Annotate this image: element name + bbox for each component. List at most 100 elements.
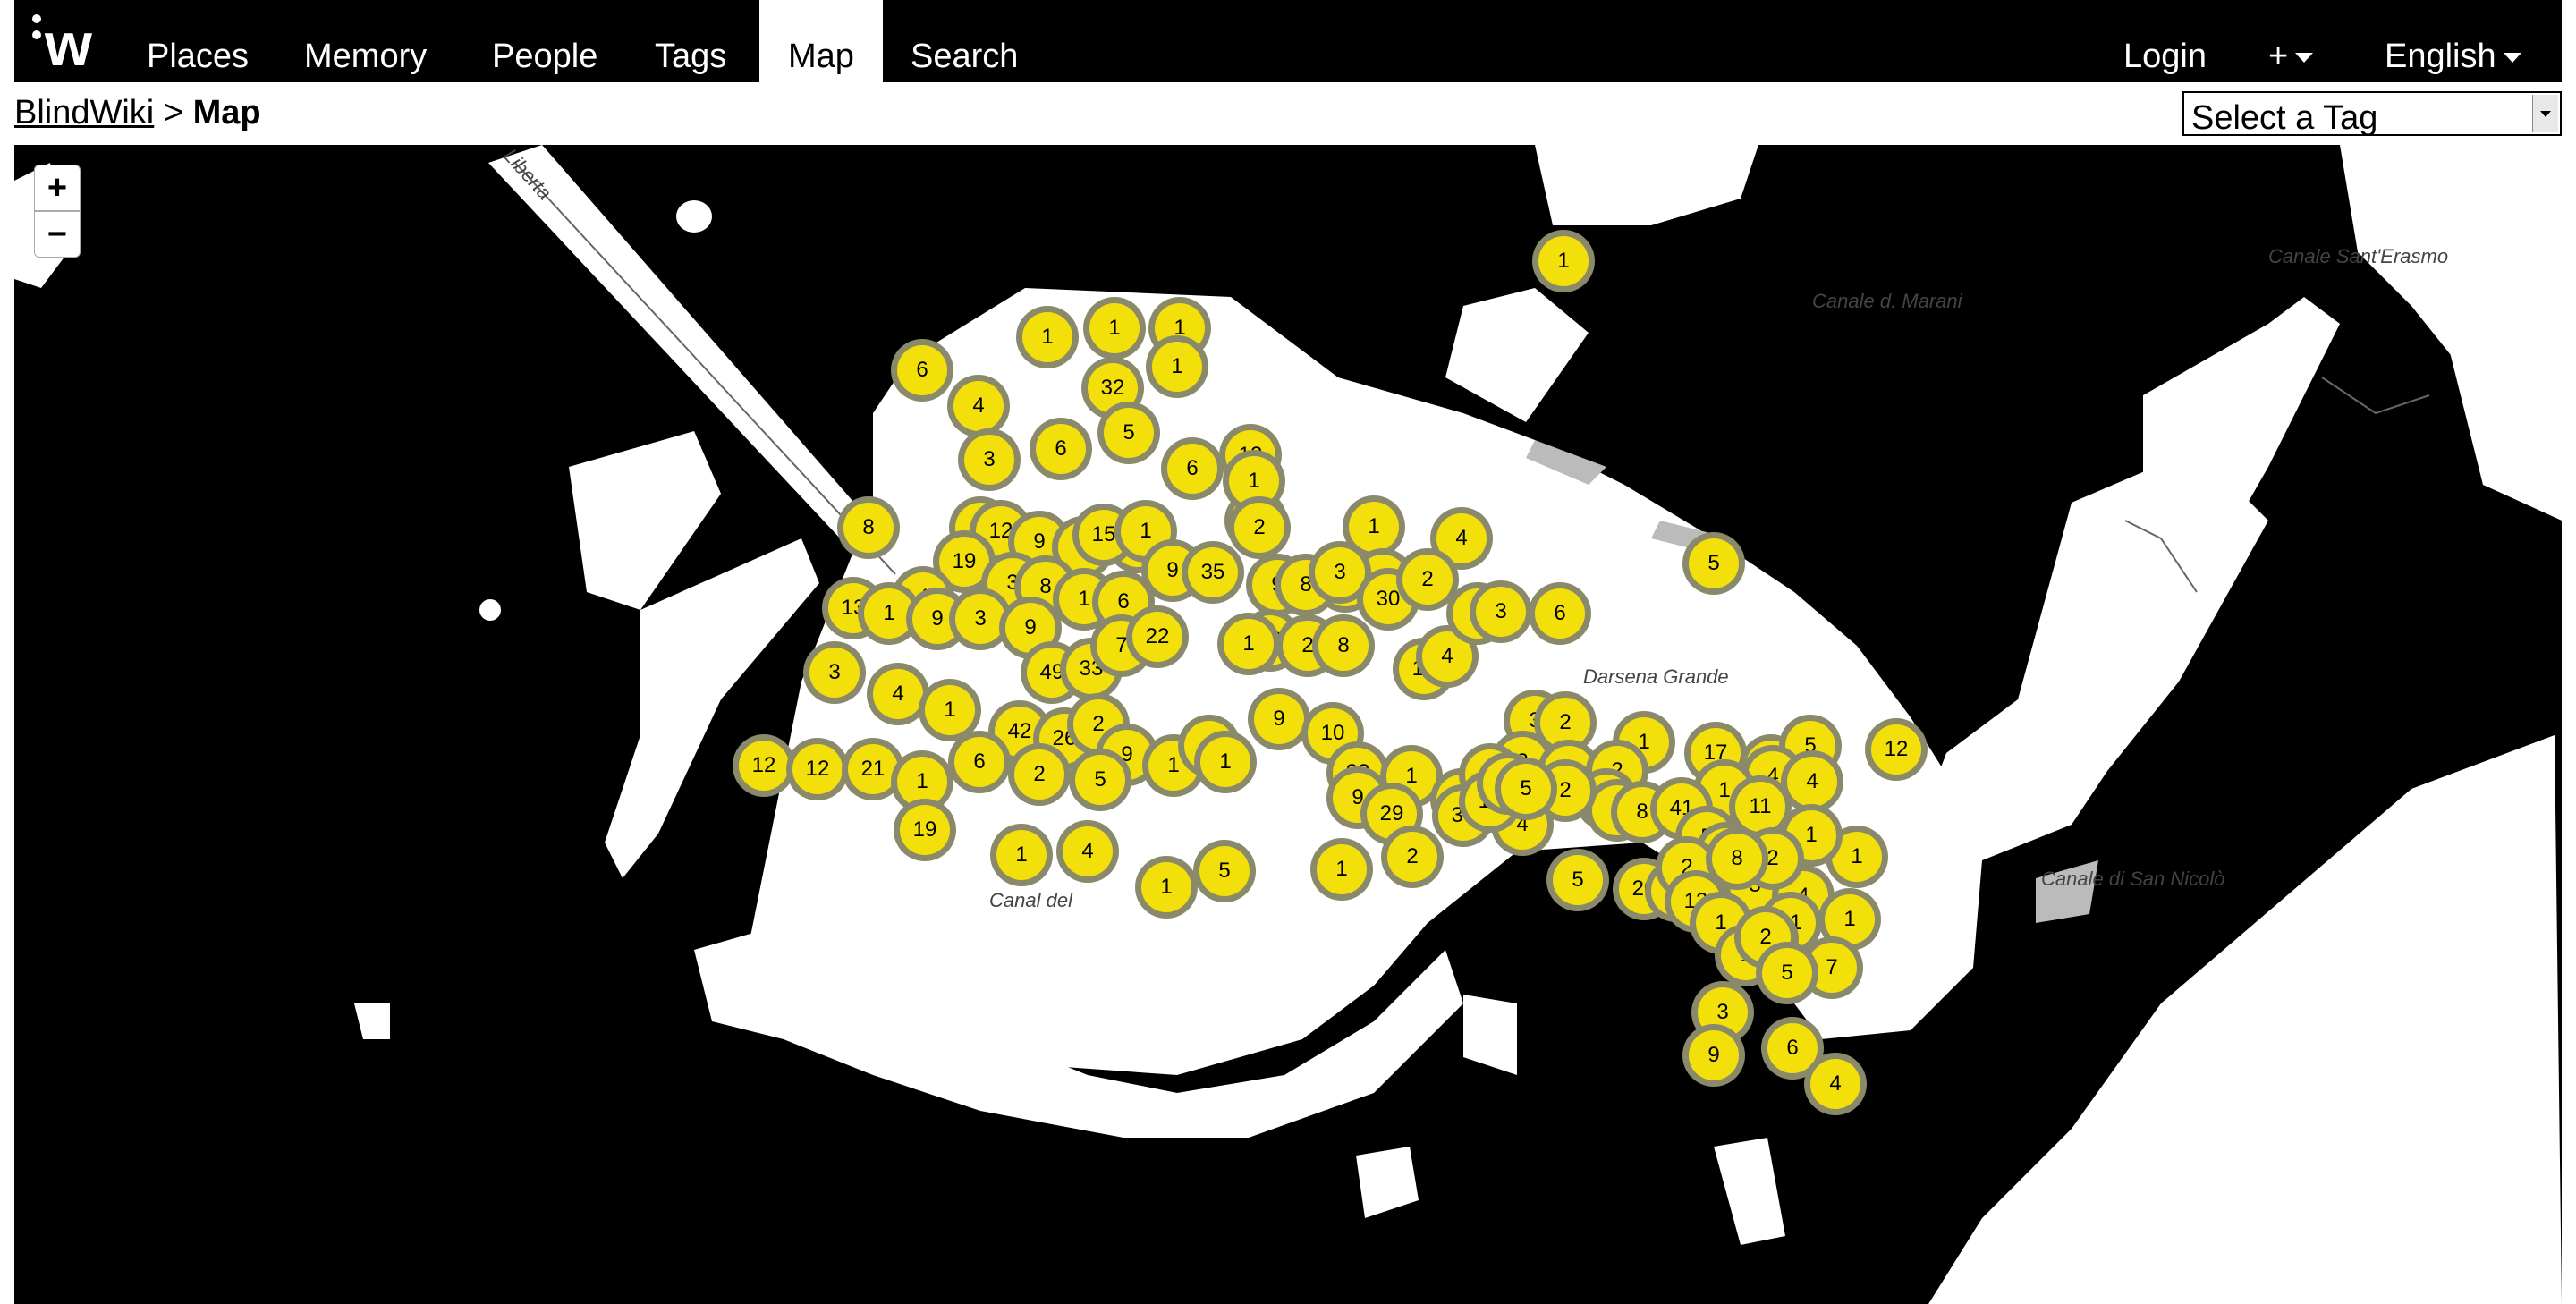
- marker-cluster-count: 4: [1063, 826, 1113, 876]
- marker-cluster[interactable]: 1: [1083, 297, 1146, 360]
- marker-cluster[interactable]: 1: [1146, 335, 1208, 398]
- marker-cluster-count: 1: [996, 830, 1046, 880]
- marker-cluster[interactable]: 5: [1682, 532, 1745, 595]
- marker-cluster[interactable]: 4: [1804, 1053, 1867, 1115]
- marker-cluster[interactable]: 1: [1310, 838, 1373, 901]
- marker-cluster[interactable]: 5: [1097, 402, 1160, 464]
- marker-cluster-count: 5: [1553, 855, 1603, 905]
- marker-cluster-count: 19: [900, 805, 950, 855]
- marker-cluster[interactable]: 22: [1126, 605, 1189, 668]
- marker-cluster[interactable]: 4: [947, 375, 1010, 437]
- marker-cluster[interactable]: 2: [1008, 743, 1071, 806]
- marker-cluster[interactable]: 8: [837, 496, 900, 559]
- nav-map[interactable]: Map: [759, 0, 883, 82]
- marker-cluster[interactable]: 3: [803, 641, 866, 704]
- marker-cluster[interactable]: 1: [1135, 856, 1198, 919]
- zoom-out-button[interactable]: −: [34, 211, 80, 258]
- marker-cluster-count: 4: [953, 381, 1004, 431]
- marker-cluster[interactable]: 12: [1865, 718, 1928, 781]
- marker-cluster-count: 6: [1167, 444, 1217, 494]
- nav-search[interactable]: Search: [911, 0, 1018, 82]
- marker-cluster-count: 3: [964, 435, 1014, 485]
- login-link[interactable]: Login: [2123, 0, 2207, 82]
- marker-cluster-count: 6: [897, 345, 947, 395]
- marker-cluster-count: 4: [1810, 1059, 1860, 1109]
- marker-cluster-count: 9: [1254, 694, 1304, 744]
- marker-cluster[interactable]: 1: [1217, 613, 1280, 675]
- marker-cluster-count: 1: [1022, 312, 1072, 362]
- language-label: English: [2385, 38, 2496, 75]
- marker-cluster[interactable]: 4: [1056, 820, 1119, 883]
- nav-places[interactable]: Places: [147, 0, 249, 82]
- blindwiki-logo[interactable]: w: [27, 7, 125, 79]
- marker-cluster-count: 1: [1224, 619, 1274, 669]
- marker-cluster-count: 5: [1104, 408, 1154, 458]
- marker-cluster[interactable]: 6: [948, 731, 1011, 793]
- marker-cluster[interactable]: 2: [1228, 496, 1291, 559]
- marker-cluster-count: 12: [739, 741, 789, 791]
- nav-memory[interactable]: Memory: [304, 0, 427, 82]
- marker-cluster[interactable]: 5: [1546, 849, 1609, 911]
- marker-cluster-count: 3: [809, 648, 860, 698]
- marker-cluster-count: 2: [1402, 555, 1453, 605]
- chevron-down-icon: [2503, 53, 2521, 64]
- marker-cluster[interactable]: 6: [1161, 437, 1224, 500]
- marker-cluster-count: 11: [1735, 782, 1785, 832]
- language-menu[interactable]: English: [2385, 0, 2521, 82]
- marker-cluster-count: 3: [1476, 587, 1526, 637]
- marker-cluster-count: 6: [954, 737, 1004, 787]
- marker-cluster[interactable]: 5: [1069, 749, 1131, 811]
- marker-cluster[interactable]: 35: [1182, 541, 1244, 604]
- marker-cluster-count: 5: [1762, 948, 1812, 998]
- marker-cluster[interactable]: 3: [958, 428, 1021, 491]
- marker-cluster-count: 5: [1075, 755, 1125, 805]
- marker-cluster-count: 1: [1200, 737, 1250, 787]
- marker-cluster[interactable]: 1: [1016, 306, 1079, 368]
- place-label: Canale Sant'Erasmo: [2268, 245, 2449, 267]
- marker-cluster[interactable]: 5: [1756, 942, 1818, 1004]
- marker-cluster[interactable]: 6: [891, 339, 953, 402]
- top-nav-bar: w Places Memory People Tags Map Search L…: [14, 0, 2562, 82]
- breadcrumb-current: Map: [192, 94, 261, 131]
- breadcrumb-home-link[interactable]: BlindWiki: [14, 94, 154, 131]
- marker-cluster-count: 5: [1199, 846, 1250, 896]
- marker-cluster-count: 9: [1689, 1030, 1739, 1080]
- nav-people[interactable]: People: [492, 0, 597, 82]
- marker-cluster-count: 12: [1871, 724, 1921, 775]
- marker-cluster-count: 1: [1141, 862, 1191, 912]
- marker-cluster-count: 2: [1387, 832, 1437, 882]
- marker-cluster-count: 35: [1188, 547, 1238, 597]
- marker-cluster-count: 3: [955, 594, 1005, 644]
- marker-cluster-count: 1: [925, 685, 975, 735]
- marker-cluster[interactable]: 9: [1682, 1024, 1745, 1087]
- marker-cluster-count: 1: [1152, 342, 1202, 392]
- marker-cluster[interactable]: 5: [1495, 758, 1557, 820]
- marker-cluster-count: 8: [843, 503, 894, 553]
- marker-cluster-count: 8: [1318, 621, 1368, 671]
- zoom-in-button[interactable]: +: [34, 165, 80, 211]
- select-arrow-icon: [2532, 95, 2558, 132]
- marker-cluster[interactable]: 12: [786, 738, 849, 800]
- marker-cluster-count: 22: [1132, 612, 1182, 662]
- marker-cluster[interactable]: 2: [1381, 826, 1444, 888]
- marker-cluster[interactable]: 6: [1030, 418, 1092, 480]
- marker-cluster[interactable]: 1: [1194, 731, 1257, 793]
- tag-select[interactable]: Select a Tag: [2182, 91, 2562, 137]
- marker-cluster-count: 1: [1317, 844, 1367, 894]
- place-label: Canal del: [989, 889, 1072, 911]
- marker-cluster-count: 2: [1014, 749, 1064, 800]
- marker-cluster[interactable]: 8: [1312, 614, 1375, 677]
- add-menu[interactable]: +: [2268, 0, 2314, 82]
- marker-cluster[interactable]: 1: [990, 824, 1053, 886]
- marker-cluster[interactable]: 1: [1532, 230, 1595, 292]
- nav-tags[interactable]: Tags: [655, 0, 726, 82]
- marker-cluster[interactable]: 6: [1529, 582, 1591, 645]
- marker-cluster[interactable]: 5: [1193, 840, 1256, 902]
- marker-cluster[interactable]: 3: [1470, 580, 1532, 643]
- add-label: +: [2268, 38, 2289, 75]
- marker-cluster[interactable]: 19: [894, 799, 956, 861]
- map-view[interactable]: Canale d. Marani Canale Sant'Erasmo Dars…: [14, 145, 2562, 1304]
- tag-select-value: Select a Tag: [2191, 99, 2378, 137]
- marker-cluster-count: 1: [1349, 502, 1399, 552]
- marker-cluster[interactable]: 9: [1248, 688, 1310, 750]
